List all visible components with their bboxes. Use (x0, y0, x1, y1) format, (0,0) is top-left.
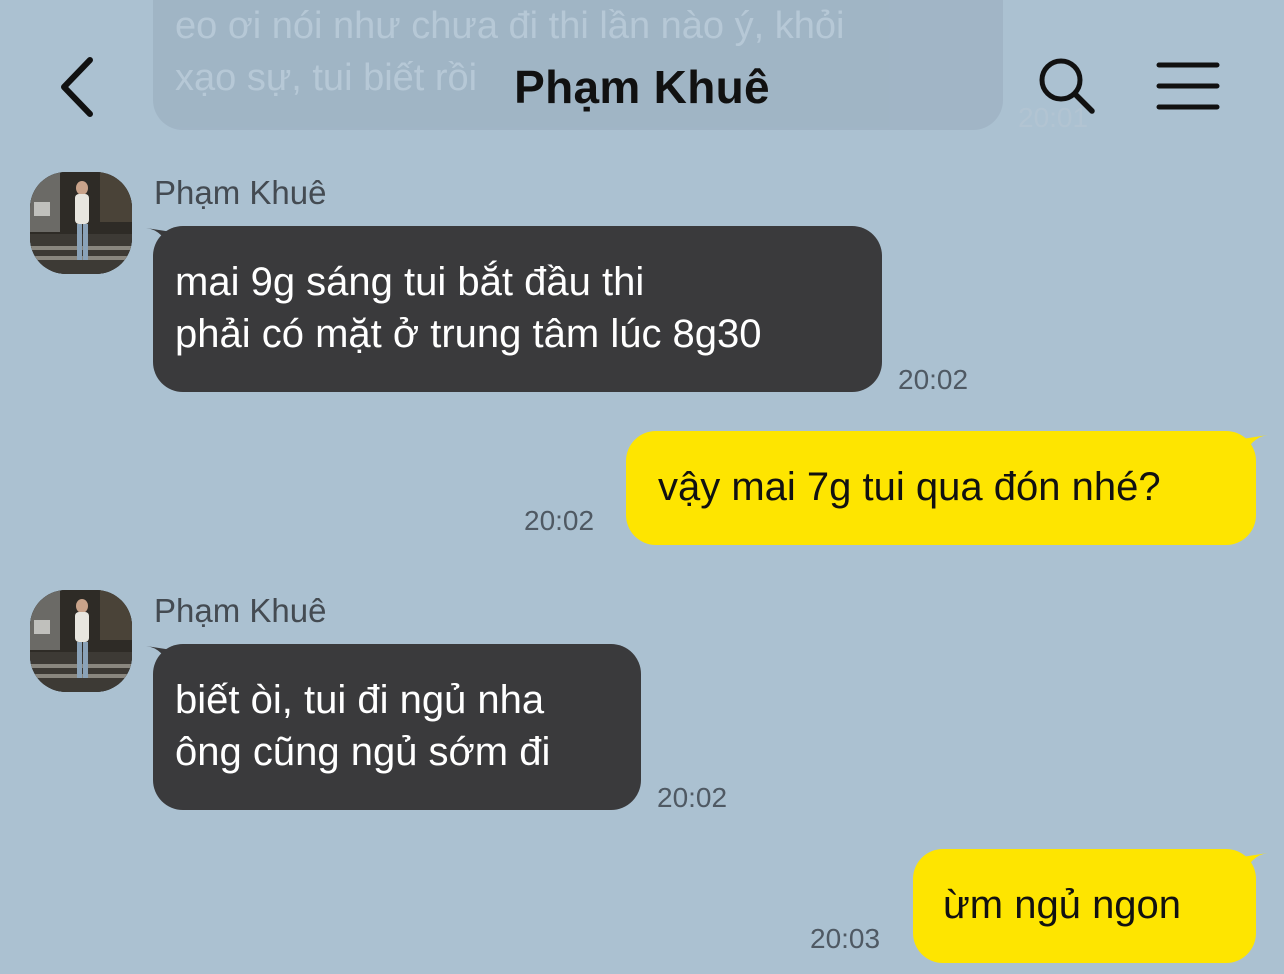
menu-button[interactable] (1156, 60, 1220, 112)
search-button[interactable] (1036, 55, 1098, 117)
sender-name: Phạm Khuê (154, 174, 327, 211)
message-line: vậy mai 7g tui qua đón nhé? (658, 465, 1161, 509)
message-line: mai 9g sáng tui bắt đầu thi (175, 260, 645, 304)
message-time: 20:02 (524, 505, 595, 536)
bubble-tail (1242, 435, 1268, 461)
chat-screen: eo ơi nói như chưa đi thi lần nào ý, khỏ… (0, 0, 1284, 974)
outgoing-message-bubble[interactable]: vậy mai 7g tui qua đón nhé? (626, 431, 1256, 545)
avatar-photo (30, 590, 132, 692)
chat-header: Phạm Khuê (0, 0, 1284, 170)
message-time: 20:02 (898, 364, 969, 395)
sender-name: Phạm Khuê (154, 592, 327, 629)
avatar[interactable] (30, 590, 132, 692)
message-line: ông cũng ngủ sớm đi (175, 730, 551, 774)
hamburger-menu-icon (1156, 62, 1220, 110)
outgoing-message-bubble[interactable]: ừm ngủ ngon (913, 849, 1256, 963)
message-time: 20:02 (657, 782, 728, 813)
message-time: 20:03 (810, 923, 881, 954)
avatar-photo (30, 172, 132, 274)
incoming-message-bubble[interactable]: mai 9g sáng tui bắt đầu thi phải có mặt … (153, 226, 882, 392)
bubble-tail (1242, 853, 1268, 879)
message-line: ừm ngủ ngon (943, 883, 1182, 927)
message-line: biết òi, tui đi ngủ nha (175, 678, 545, 722)
search-icon (1039, 58, 1095, 114)
incoming-message-bubble[interactable]: biết òi, tui đi ngủ nha ông cũng ngủ sớm… (153, 644, 641, 810)
avatar[interactable] (30, 172, 132, 274)
message-line: phải có mặt ở trung tâm lúc 8g30 (175, 312, 762, 356)
